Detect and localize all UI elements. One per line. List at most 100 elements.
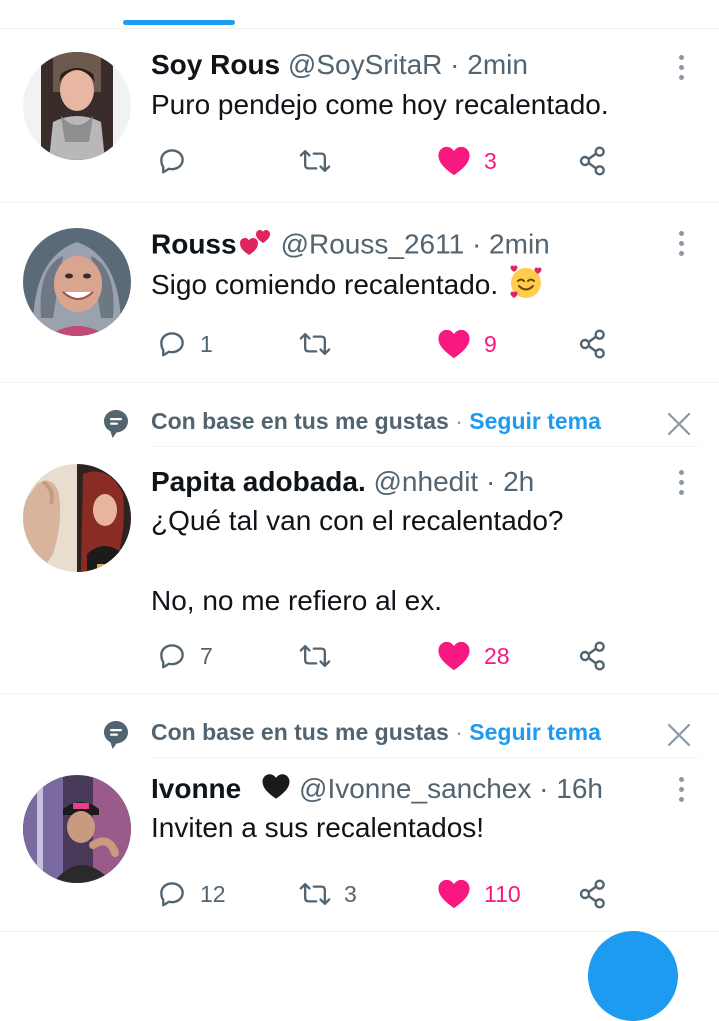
reply-button[interactable]: 12	[157, 874, 226, 914]
tweet[interactable]: Soy Rous @SoySritaR · 2min Puro pendejo …	[0, 29, 719, 203]
tweet[interactable]: Rouss @Rouss_2611 · 2min Sigo comiendo re…	[0, 203, 719, 383]
like-icon	[438, 146, 470, 176]
tweet-text: ¿Qué tal van con el recalentado? No, no …	[151, 501, 563, 621]
share-button[interactable]	[577, 636, 609, 676]
more-icon[interactable]	[677, 55, 685, 80]
compose-tweet-button[interactable]	[588, 931, 678, 1021]
social-context-text: Con base en tus me gustas	[151, 408, 449, 434]
two-hearts-icon	[239, 227, 273, 265]
share-button[interactable]	[577, 874, 609, 914]
avatar[interactable]	[23, 52, 131, 160]
share-icon	[579, 879, 605, 909]
tweet-header: Ivonne @Ivonne_sanchex · 16h	[151, 772, 603, 808]
avatar[interactable]	[23, 775, 131, 883]
tweet[interactable]: Con base en tus me gustas · Seguir tema …	[0, 694, 719, 932]
share-icon	[579, 641, 605, 671]
follow-topic-link[interactable]: Seguir tema	[469, 408, 601, 434]
retweet-icon	[299, 882, 331, 906]
timestamp[interactable]: 16h	[556, 773, 603, 804]
tweet-text-content: ¿Qué tal van con el recalentado? No, no …	[151, 505, 564, 616]
social-context: Con base en tus me gustas · Seguir tema	[0, 714, 719, 754]
reply-button[interactable]: 1	[157, 324, 213, 364]
active-tab-indicator	[123, 20, 235, 25]
close-icon[interactable]	[666, 411, 692, 437]
tweet-actions: 3	[151, 141, 621, 181]
reply-button[interactable]	[157, 141, 200, 181]
retweet-button[interactable]	[299, 636, 344, 676]
share-button[interactable]	[577, 141, 609, 181]
like-count: 28	[484, 642, 510, 669]
reply-button[interactable]: 7	[157, 636, 213, 676]
like-button[interactable]: 110	[437, 874, 521, 914]
social-context-text: Con base en tus me gustas	[151, 719, 449, 745]
more-icon[interactable]	[677, 777, 685, 802]
social-context-divider	[151, 446, 699, 447]
like-icon	[438, 329, 470, 359]
smiling-face-with-hearts-icon	[508, 264, 544, 311]
user-handle[interactable]: @Rouss_2611	[281, 228, 465, 259]
follow-topic-link[interactable]: Seguir tema	[469, 719, 601, 745]
close-icon[interactable]	[666, 722, 692, 748]
retweet-count: 3	[344, 880, 357, 907]
social-context-separator: ·	[455, 719, 463, 745]
tweet-header: Papita adobada. @nhedit · 2h	[151, 465, 534, 499]
tweet-header: Soy Rous @SoySritaR · 2min	[151, 48, 528, 82]
retweet-icon	[299, 149, 331, 173]
black-heart-icon	[261, 773, 291, 808]
reply-icon	[160, 882, 184, 907]
like-button[interactable]: 9	[437, 324, 497, 364]
tweet-text: Puro pendejo come hoy recalentado.	[151, 85, 609, 125]
timeline-feed: Soy Rous @SoySritaR · 2min Puro pendejo …	[0, 29, 719, 932]
like-count: 110	[484, 880, 521, 907]
topic-icon	[104, 410, 128, 438]
topic-icon	[104, 721, 128, 749]
separator: ·	[486, 466, 496, 497]
tweet-actions: 7 28	[151, 636, 621, 676]
tweet-text-content: Sigo comiendo recalentado.	[151, 269, 499, 300]
tweet-text: Inviten a sus recalentados!	[151, 808, 484, 848]
tweet-header: Rouss @Rouss_2611 · 2min	[151, 227, 550, 265]
tweet-text: Sigo comiendo recalentado.	[151, 264, 544, 311]
separator: ·	[450, 49, 460, 80]
like-count: 3	[484, 147, 497, 174]
social-context: Con base en tus me gustas · Seguir tema	[0, 403, 719, 443]
share-icon	[579, 329, 605, 359]
more-icon[interactable]	[677, 470, 685, 495]
retweet-button[interactable]	[299, 141, 344, 181]
social-context-separator: ·	[455, 408, 463, 434]
share-button[interactable]	[577, 324, 609, 364]
separator: ·	[539, 773, 549, 804]
like-button[interactable]: 28	[437, 636, 510, 676]
timestamp[interactable]: 2min	[467, 49, 528, 80]
user-handle[interactable]: @nhedit	[374, 466, 479, 497]
like-icon	[438, 879, 470, 909]
separator: ·	[471, 228, 482, 260]
tweet-text-content: Inviten a sus recalentados!	[151, 812, 485, 843]
reply-icon	[160, 332, 184, 357]
user-handle[interactable]: @SoySritaR	[288, 49, 442, 80]
avatar[interactable]	[23, 464, 131, 572]
display-name[interactable]: Ivonne	[151, 773, 241, 804]
timestamp[interactable]: 2h	[503, 466, 534, 497]
like-count: 9	[484, 330, 497, 357]
reply-icon	[160, 149, 184, 174]
tweet-actions: 1 9	[151, 324, 621, 364]
like-button[interactable]: 3	[437, 141, 497, 181]
reply-count: 12	[200, 880, 226, 907]
more-icon[interactable]	[677, 231, 685, 256]
tweet-text-content: Puro pendejo come hoy recalentado.	[151, 89, 609, 120]
retweet-icon	[299, 644, 331, 668]
user-handle[interactable]: @Ivonne_sanchex	[299, 773, 531, 804]
social-context-divider	[151, 757, 699, 758]
display-name[interactable]: Soy Rous	[151, 49, 280, 80]
tweet[interactable]: Con base en tus me gustas · Seguir tema …	[0, 383, 719, 694]
retweet-button[interactable]: 3	[299, 874, 357, 914]
display-name[interactable]: Rouss	[151, 228, 237, 259]
display-name[interactable]: Papita adobada.	[151, 466, 366, 497]
retweet-icon	[299, 332, 331, 356]
share-icon	[579, 146, 605, 176]
avatar[interactable]	[23, 228, 131, 336]
timestamp[interactable]: 2min	[489, 228, 550, 259]
retweet-button[interactable]	[299, 324, 344, 364]
reply-icon	[160, 644, 184, 669]
